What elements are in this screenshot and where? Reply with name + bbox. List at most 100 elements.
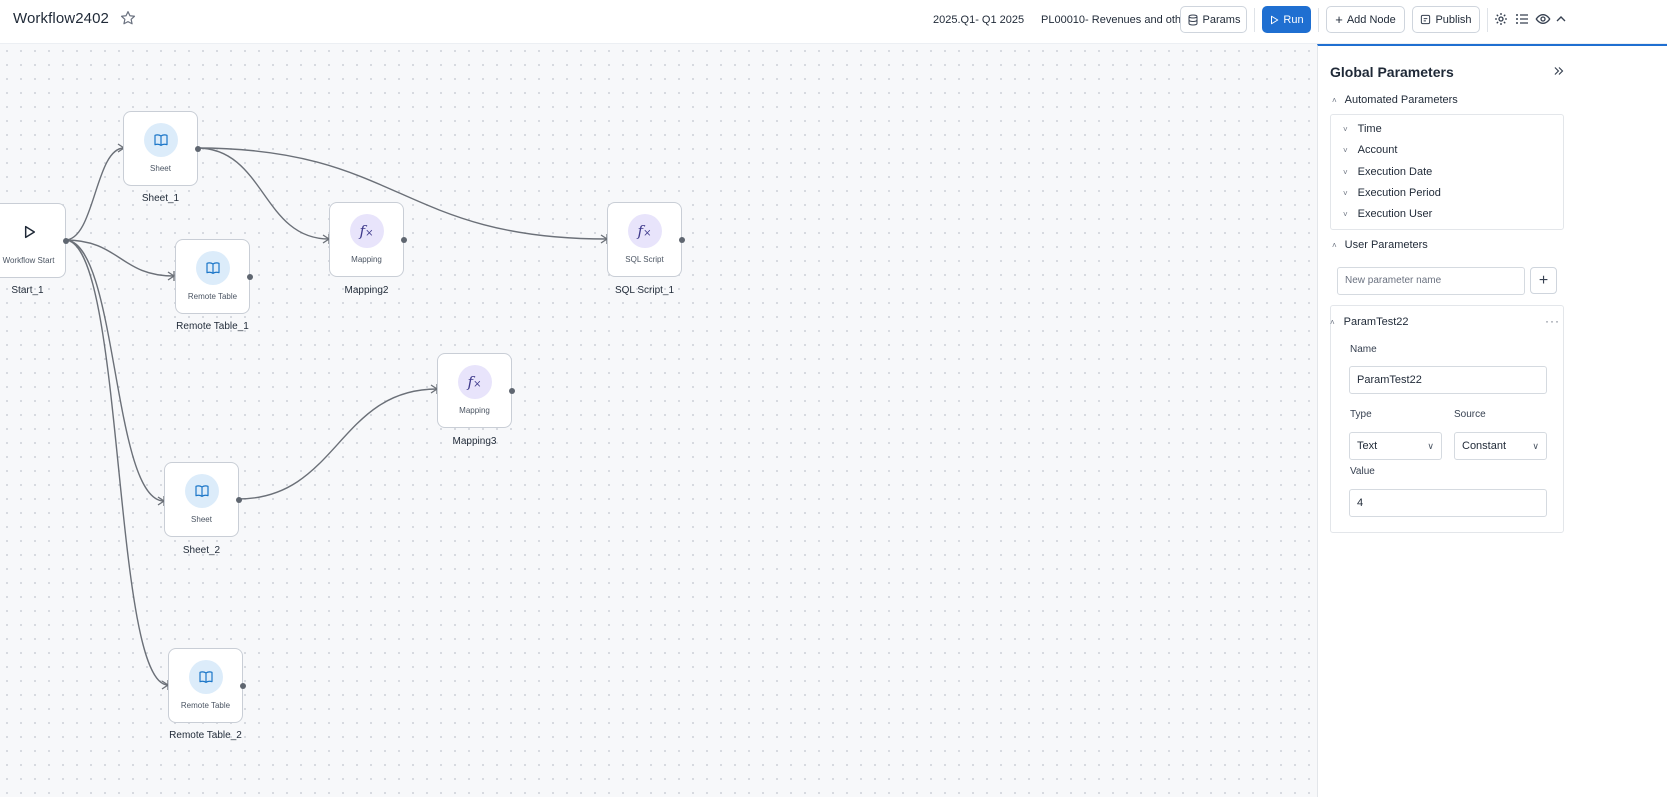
- workflow-canvas[interactable]: Workflow Start Start_1 Sheet Sheet_1 Rem…: [0, 44, 1317, 797]
- collapse-panel-icon[interactable]: [1552, 64, 1566, 78]
- divider: [1487, 8, 1488, 32]
- parameter-card-header[interactable]: ˄ ParamTest22: [1330, 316, 1408, 328]
- auto-param-execution-date[interactable]: ˅ Execution Date: [1343, 166, 1432, 178]
- chevron-down-icon: ˅: [1343, 167, 1348, 177]
- node-name: Start_1: [11, 285, 44, 296]
- node-type-label: SQL Script: [625, 255, 664, 264]
- output-port[interactable]: [195, 145, 201, 152]
- panel-title: Global Parameters: [1330, 64, 1454, 80]
- auto-param-execution-period[interactable]: ˅ Execution Period: [1343, 187, 1441, 199]
- add-parameter-button[interactable]: +: [1530, 267, 1557, 294]
- auto-param-account[interactable]: ˅ Account: [1343, 144, 1397, 156]
- section-label: Automated Parameters: [1344, 94, 1458, 106]
- parameter-value-field[interactable]: 4: [1349, 489, 1547, 517]
- book-icon: [195, 251, 230, 285]
- run-label: Run: [1283, 13, 1304, 26]
- chevron-down-icon: ˅: [1343, 145, 1348, 155]
- value-label: Value: [1350, 466, 1375, 477]
- edge-start-remote1: [64, 239, 175, 277]
- output-port[interactable]: [509, 387, 515, 394]
- chevron-up-icon[interactable]: [1553, 11, 1569, 27]
- period-selector[interactable]: 2025.Q1- Q1 2025: [933, 10, 1031, 30]
- source-select[interactable]: Constant ∨: [1454, 432, 1547, 460]
- output-port[interactable]: [63, 237, 69, 244]
- output-port[interactable]: [247, 273, 253, 280]
- output-port[interactable]: [240, 682, 246, 689]
- node-name: SQL Script_1: [614, 285, 675, 296]
- database-icon: [1188, 14, 1198, 26]
- node-mapping[interactable]: f× Mapping: [437, 353, 515, 428]
- params-button[interactable]: Params: [1180, 6, 1247, 33]
- node-name: Sheet_2: [182, 545, 221, 556]
- publish-label: Publish: [1435, 13, 1472, 26]
- function-icon: f×: [457, 365, 492, 399]
- type-label: Type: [1350, 409, 1372, 420]
- divider: [1254, 8, 1255, 32]
- node-type-label: Sheet: [150, 164, 171, 173]
- edge-sheet2-mapping3: [237, 388, 438, 500]
- source-value: Constant: [1462, 440, 1507, 452]
- auto-param-execution-user[interactable]: ˅ Execution User: [1343, 208, 1432, 220]
- publish-icon: [1421, 14, 1431, 25]
- edge-start-sheet2: [64, 239, 165, 502]
- node-type-label: Remote Table: [180, 701, 231, 710]
- chevron-down-icon: ˅: [1343, 124, 1348, 134]
- plus-icon: +: [1335, 12, 1343, 27]
- more-options-icon[interactable]: ···: [1545, 314, 1560, 328]
- list-icon[interactable]: [1514, 11, 1530, 27]
- star-icon[interactable]: [119, 9, 137, 27]
- plus-icon: +: [1538, 271, 1549, 289]
- automated-parameters-header[interactable]: ˄ Automated Parameters: [1332, 94, 1458, 106]
- node-type-label: Sheet: [191, 515, 212, 524]
- chevron-down-icon: ∨: [1427, 441, 1434, 451]
- chevron-up-icon: ˄: [1330, 317, 1335, 327]
- divider: [1318, 8, 1319, 32]
- parameter-name-field[interactable]: ParamTest22: [1349, 366, 1547, 394]
- node-mapping[interactable]: f× Mapping: [329, 202, 407, 277]
- chevron-down-icon: ˅: [1343, 209, 1348, 219]
- play-icon: [11, 215, 46, 249]
- workflow-editor: Workflow2402 2025.Q1- Q1 2025 PL00010- R…: [0, 0, 1667, 797]
- node-name: Sheet_1: [141, 193, 180, 204]
- play-icon: [1271, 15, 1279, 24]
- book-icon: [143, 123, 178, 157]
- auto-param-time[interactable]: ˅ Time: [1343, 123, 1382, 135]
- param-label: Account: [1357, 144, 1398, 156]
- new-parameter-input[interactable]: New parameter name: [1337, 267, 1525, 295]
- output-port[interactable]: [236, 496, 242, 503]
- node-sql-script[interactable]: f× SQL Script: [607, 202, 685, 277]
- param-label: Time: [1357, 123, 1382, 135]
- node-remote-table[interactable]: Remote Table: [168, 648, 246, 723]
- node-name: Mapping2: [344, 285, 389, 296]
- edge-start-sheet1: [64, 147, 125, 241]
- settings-icon[interactable]: [1493, 11, 1509, 27]
- node-sheet[interactable]: Sheet: [123, 111, 201, 186]
- edge-sheet1-mapping2: [196, 147, 330, 240]
- book-icon: [184, 474, 219, 508]
- node-remote-table[interactable]: Remote Table: [175, 239, 253, 314]
- chevron-up-icon: ˄: [1332, 240, 1337, 250]
- node-name: Remote Table_1: [176, 321, 249, 332]
- param-label: Execution Date: [1357, 166, 1433, 178]
- node-type-label: Mapping: [351, 255, 382, 264]
- eye-icon[interactable]: [1535, 11, 1551, 27]
- node-type-label: Workflow Start: [2, 256, 55, 265]
- add-node-label: Add Node: [1346, 13, 1396, 26]
- node-sheet[interactable]: Sheet: [164, 462, 242, 537]
- add-node-button[interactable]: + Add Node: [1326, 6, 1405, 33]
- type-select[interactable]: Text ∨: [1349, 432, 1442, 460]
- chevron-up-icon: ˄: [1332, 95, 1337, 105]
- edge-start-remote2: [64, 239, 169, 686]
- output-port[interactable]: [679, 236, 685, 243]
- source-label: Source: [1454, 409, 1486, 420]
- node-type-label: Mapping: [459, 406, 490, 415]
- user-parameters-header[interactable]: ˄ User Parameters: [1332, 239, 1428, 251]
- run-button[interactable]: Run: [1262, 6, 1311, 33]
- output-port[interactable]: [401, 236, 407, 243]
- param-label: Execution User: [1357, 208, 1433, 220]
- name-label: Name: [1350, 344, 1377, 355]
- publish-button[interactable]: Publish: [1412, 6, 1480, 33]
- node-workflow-start[interactable]: Workflow Start: [0, 203, 69, 278]
- node-name: Mapping3: [452, 436, 497, 447]
- node-name: Remote Table_2: [169, 730, 242, 741]
